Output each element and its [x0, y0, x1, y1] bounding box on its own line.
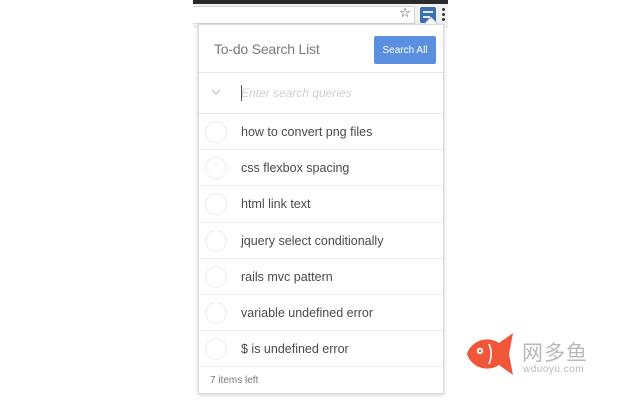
popup-footer: 7 items left — [199, 368, 443, 393]
more-icon[interactable] — [442, 8, 446, 22]
list-item: html link text — [199, 186, 443, 223]
item-checkbox[interactable] — [205, 157, 227, 180]
list-item: jquery select conditionally — [199, 223, 443, 259]
query-input-row — [199, 73, 443, 114]
text-cursor — [241, 85, 242, 101]
chevron-down-icon[interactable] — [210, 86, 222, 98]
watermark-name: 网多鱼 — [522, 341, 588, 365]
item-label[interactable]: $ is undefined error — [241, 342, 349, 356]
item-checkbox[interactable] — [205, 301, 227, 324]
item-label[interactable]: css flexbox spacing — [241, 161, 349, 175]
item-label[interactable]: jquery select conditionally — [241, 234, 383, 248]
list-item: rails mvc pattern — [199, 259, 443, 295]
list-item: how to convert png files — [199, 114, 443, 151]
list-item: variable undefined error — [199, 295, 443, 332]
items-left-count: 7 items left — [210, 375, 259, 386]
search-input[interactable] — [241, 84, 437, 102]
item-checkbox[interactable] — [205, 265, 227, 288]
fish-logo-icon — [467, 333, 513, 375]
window-top-strip — [193, 0, 448, 4]
watermark-url: wduoyu.com — [523, 364, 585, 375]
item-checkbox[interactable] — [205, 229, 227, 252]
item-label[interactable]: html link text — [241, 197, 310, 211]
search-all-button[interactable]: Search All — [374, 36, 436, 64]
list-item: $ is undefined error — [199, 331, 443, 368]
extension-popup: To-do Search List Search All how to conv… — [198, 24, 444, 394]
item-checkbox[interactable] — [205, 121, 227, 143]
star-icon[interactable]: ☆ — [398, 7, 412, 21]
item-label[interactable]: how to convert png files — [241, 125, 372, 139]
list-item: css flexbox spacing — [199, 150, 443, 187]
item-checkbox[interactable] — [205, 338, 227, 361]
page-title: To-do Search List — [214, 41, 320, 57]
address-bar[interactable] — [193, 6, 415, 24]
item-checkbox[interactable] — [205, 193, 227, 216]
item-label[interactable]: rails mvc pattern — [241, 270, 333, 284]
popup-header: To-do Search List Search All — [199, 25, 443, 73]
todo-list: how to convert png files css flexbox spa… — [199, 114, 443, 368]
item-label[interactable]: variable undefined error — [241, 306, 373, 320]
